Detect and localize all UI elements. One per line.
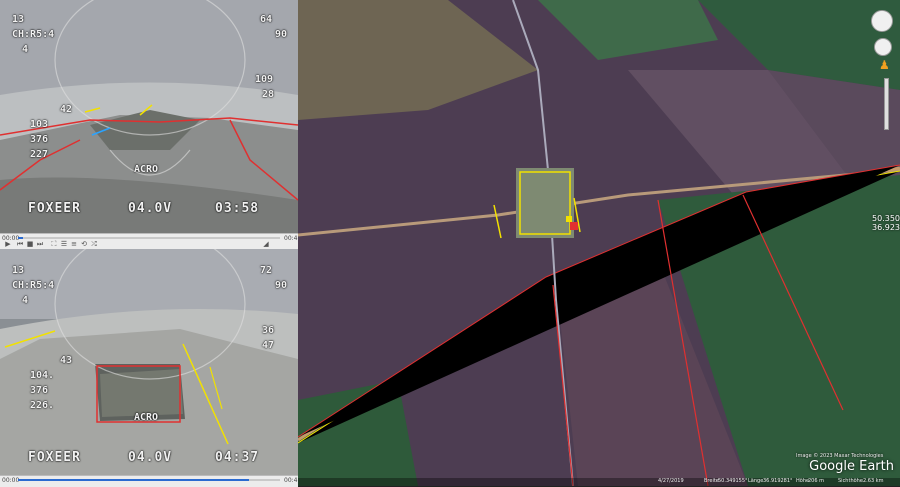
playlist-icon[interactable]: ≡	[70, 241, 78, 248]
osd-channel: CH:R5:4	[12, 29, 55, 40]
osd-channel: CH:R5:4	[12, 280, 55, 291]
stop-icon[interactable]: ■	[26, 241, 34, 248]
osd-flight-mode: ACRO	[134, 412, 159, 423]
osd-sats: 13	[12, 14, 25, 25]
time-elapsed: 00:00	[2, 477, 20, 484]
google-earth-logo: Google Earth	[809, 459, 894, 474]
osd-left-42: 42	[60, 104, 73, 115]
osd-voltage: 04.0V	[128, 450, 173, 465]
osd-left-376: 376	[30, 385, 49, 396]
shuffle-icon[interactable]: ⤮	[90, 241, 98, 248]
player-controls-top: 00:00 00:48 ▶ ⏮ ■ ⏭ ⛶ ☰ ≡ ⟲ ⤮ ◢	[0, 233, 301, 250]
osd-right-90: 90	[275, 29, 288, 40]
look-joystick-icon[interactable]	[871, 10, 893, 32]
move-joystick-icon[interactable]	[874, 38, 892, 56]
osd-left-43: 43	[60, 355, 73, 366]
satellite-map[interactable]: 50.350216° 36.923267° Image © 2023 Maxar…	[298, 0, 900, 486]
osd-speed: 47	[262, 340, 275, 351]
osd-speed: 28	[262, 89, 275, 100]
loop-icon[interactable]: ⟲	[80, 241, 88, 248]
osd-sats: 13	[12, 265, 25, 276]
osd-left-227: 227	[30, 149, 49, 160]
osd-left-376: 376	[30, 134, 49, 145]
osd-left-103: 103	[30, 119, 49, 130]
osd-timer: 04:37	[215, 450, 260, 465]
osd-flight-mode: ACRO	[134, 164, 159, 175]
latitude-value: 50.349155°	[718, 478, 748, 484]
osd-altitude: 109	[255, 74, 274, 85]
street-view-pegman-icon[interactable]: ♟	[879, 58, 890, 72]
osd-left-226: 226.	[30, 400, 55, 411]
osd-four: 4	[22, 295, 29, 306]
seek-progress	[18, 237, 24, 239]
map-status-bar: 4/27/2019 Breite 50.349155° Länge 36.919…	[298, 478, 900, 486]
osd-right-90: 90	[275, 280, 288, 291]
elevation-value: 206 m	[808, 478, 825, 484]
eye-altitude-label: Sichthöhe	[838, 478, 863, 484]
seek-bar[interactable]	[18, 237, 280, 239]
zoom-slider[interactable]	[884, 78, 889, 130]
play-icon[interactable]: ▶	[4, 241, 12, 248]
fullscreen-icon[interactable]: ⛶	[50, 241, 58, 248]
next-icon[interactable]: ⏭	[36, 241, 44, 248]
eye-altitude-value: 2.63 km	[863, 478, 884, 484]
osd-brand: FOXEER	[28, 450, 81, 465]
seek-progress	[18, 479, 249, 481]
player-controls-bottom: 00:00 00:48	[0, 475, 301, 487]
latitude-label: Breite	[704, 478, 719, 484]
imagery-date: 4/27/2019	[658, 478, 684, 484]
prev-icon[interactable]: ⏮	[16, 241, 24, 248]
settings-icon[interactable]: ☰	[60, 241, 68, 248]
longitude-value: 36.919281°	[763, 478, 793, 484]
osd-four: 4	[22, 44, 29, 55]
osd-voltage: 04.0V	[128, 201, 173, 216]
coordinate-placemark-label[interactable]: 50.350216° 36.923267°	[872, 214, 900, 232]
osd-brand: FOXEER	[28, 201, 81, 216]
longitude-label: Länge	[748, 478, 764, 484]
osd-top-right: 72	[260, 265, 273, 276]
osd-altitude: 36	[262, 325, 275, 336]
map-imagery	[298, 0, 900, 486]
osd-left-104: 104.	[30, 370, 55, 381]
fpv-video-top[interactable]: 13 CH:R5:4 4 64 90 109 28 42 103 376 227…	[0, 0, 298, 233]
volume-icon[interactable]: ◢	[262, 241, 270, 248]
seek-bar[interactable]	[18, 479, 280, 481]
osd-top-right: 64	[260, 14, 273, 25]
fpv-video-bottom[interactable]: 13 CH:R5:4 4 72 90 36 47 43 104. 376 226…	[0, 249, 298, 475]
osd-timer: 03:58	[215, 201, 260, 216]
